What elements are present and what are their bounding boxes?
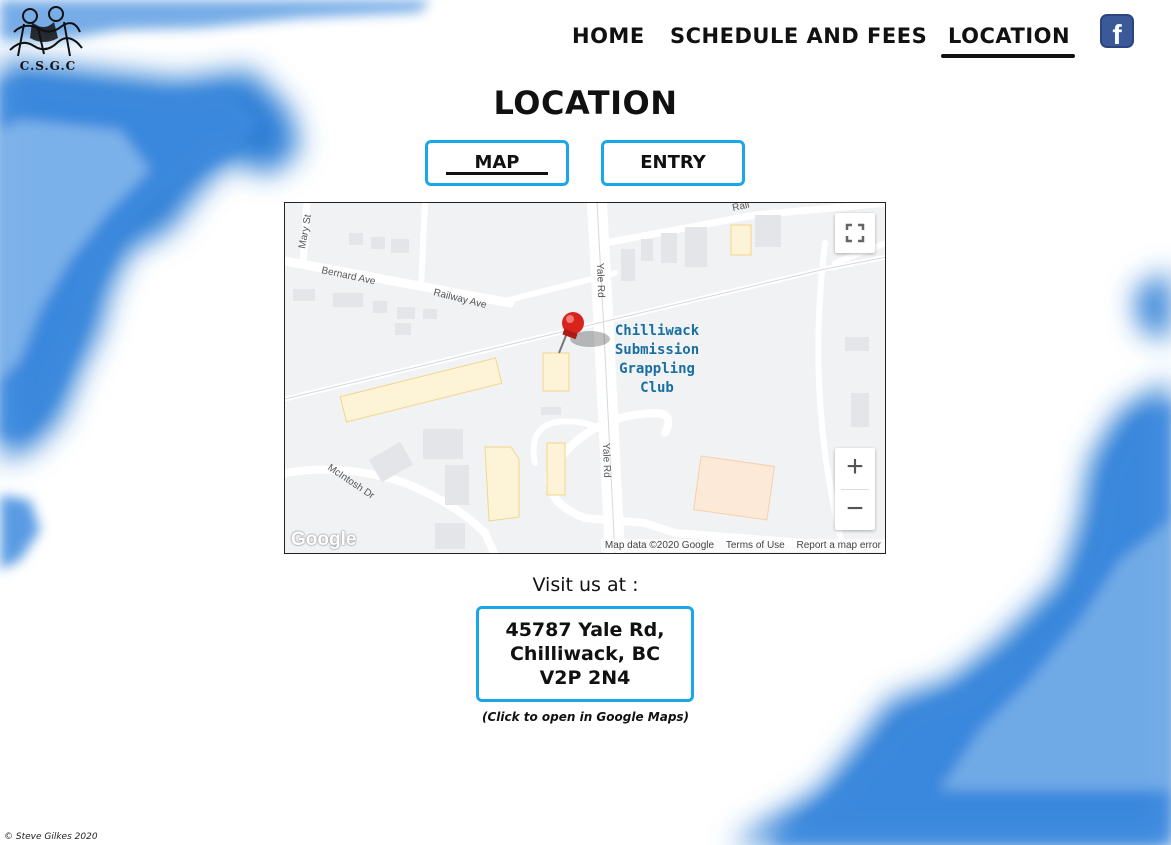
tab-entry[interactable]: ENTRY: [601, 140, 745, 186]
map-place-label[interactable]: Chilliwack Submission Grappling Club: [605, 322, 709, 398]
street-label: Rail: [731, 203, 750, 214]
nav-schedule-and-fees[interactable]: SCHEDULE AND FEES: [670, 24, 927, 48]
address-line: 45787 Yale Rd,: [505, 619, 665, 641]
copyright: © Steve Gilkes 2020: [4, 832, 98, 842]
visit-us-heading: Visit us at :: [532, 574, 639, 596]
street-label: Mary St: [297, 213, 314, 249]
page-title: LOCATION: [493, 84, 678, 122]
map-data-attribution: Map data ©2020 Google: [604, 540, 715, 551]
nav-active-underline: [941, 54, 1075, 58]
zoom-out-button[interactable]: −: [835, 490, 875, 530]
tab-map[interactable]: MAP: [425, 140, 569, 186]
nav-home[interactable]: HOME: [572, 24, 645, 48]
report-map-error-link[interactable]: Report a map error: [797, 540, 881, 551]
grapplers-logo-icon: [9, 6, 83, 57]
address-line: V2P 2N4: [539, 667, 631, 689]
address-line: Chilliwack, BC: [509, 643, 661, 665]
embedded-map[interactable]: Mary St Bernard Ave Railway Ave Yale Rd …: [284, 202, 886, 554]
terms-of-use-link[interactable]: Terms of Use: [726, 540, 785, 551]
zoom-control: + −: [835, 448, 875, 530]
club-logo[interactable]: C.S.G.C: [4, 2, 86, 76]
tab-map-label: MAP: [474, 152, 520, 173]
google-logo[interactable]: Google: [291, 529, 356, 551]
tab-active-underline: [446, 172, 548, 175]
facebook-icon[interactable]: f: [1100, 14, 1134, 50]
logo-text: C.S.G.C: [19, 59, 77, 73]
map-footer: Map data ©2020 Google Terms of Use Repor…: [600, 539, 885, 552]
main-nav: HOME SCHEDULE AND FEES LOCATION f: [560, 14, 1171, 62]
fullscreen-icon: [845, 223, 865, 243]
nav-location[interactable]: LOCATION: [948, 24, 1070, 48]
street-label: Yale Rd: [594, 263, 606, 298]
street-label: Yale Rd: [600, 443, 612, 478]
map-canvas: Mary St Bernard Ave Railway Ave Yale Rd …: [285, 203, 885, 553]
map-place-label-line: Chilliwack: [614, 323, 700, 339]
fullscreen-button[interactable]: [835, 213, 875, 253]
map-place-label-line: Submission: [614, 342, 700, 358]
address-hint: (Click to open in Google Maps): [481, 710, 690, 724]
tab-entry-label: ENTRY: [640, 152, 706, 173]
map-place-label-line: Club: [640, 380, 674, 396]
zoom-in-button[interactable]: +: [835, 448, 875, 488]
address-button[interactable]: 45787 Yale Rd, Chilliwack, BC V2P 2N4: [476, 606, 694, 702]
map-place-label-line: Grappling: [619, 361, 695, 377]
